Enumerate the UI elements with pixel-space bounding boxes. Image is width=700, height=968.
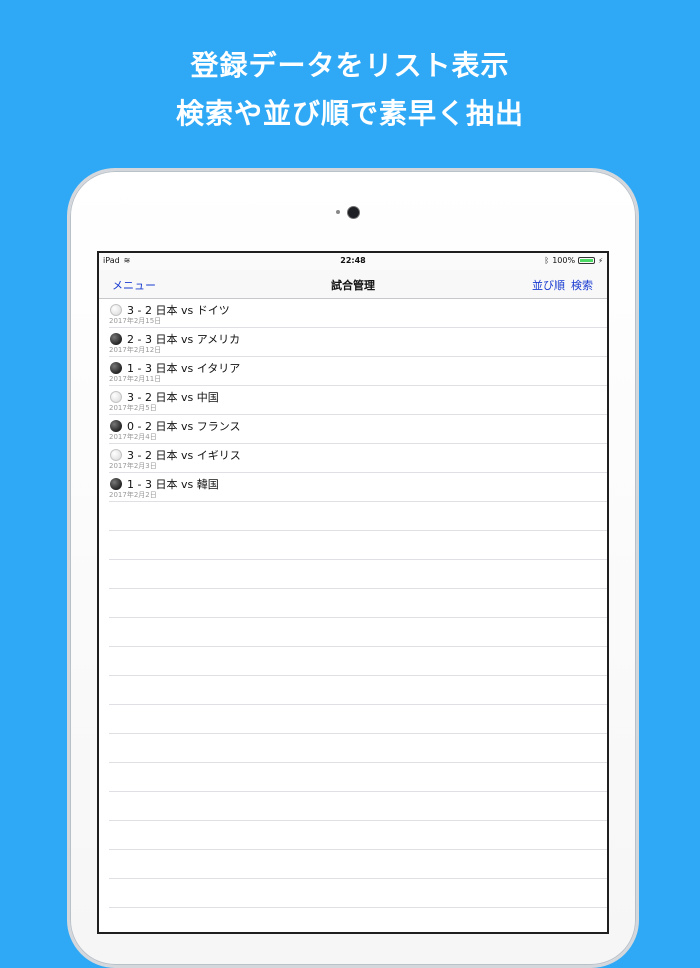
- match-date: 2017年2月3日: [109, 462, 157, 470]
- black-ball-icon: [110, 333, 122, 345]
- status-time: 22:48: [340, 256, 366, 265]
- black-ball-icon: [110, 478, 122, 490]
- list-item[interactable]: 2 - 3 日本 vs アメリカ 2017年2月12日: [109, 328, 607, 357]
- empty-table-row: [109, 792, 607, 821]
- white-ball-icon: [110, 449, 122, 461]
- list-item[interactable]: 1 - 3 日本 vs イタリア 2017年2月11日: [109, 357, 607, 386]
- match-teams: 日本 vs 中国: [155, 391, 219, 404]
- match-teams: 日本 vs 韓国: [155, 478, 219, 491]
- match-list: 3 - 2 日本 vs ドイツ 2017年2月15日 2 - 3 日本 vs アメリ…: [99, 299, 607, 932]
- sort-button[interactable]: 並び順: [532, 277, 565, 293]
- ipad-screen: iPad ≋ 22:48 ᛒ 100% ⚡ メニュー 試合管理 並び順 検索 3 …: [97, 251, 609, 934]
- match-teams: 日本 vs イギリス: [155, 449, 241, 462]
- match-teams: 日本 vs アメリカ: [155, 333, 241, 346]
- empty-table-row: [109, 850, 607, 879]
- match-date: 2017年2月5日: [109, 404, 157, 412]
- empty-table-row: [109, 531, 607, 560]
- empty-table-row: [109, 821, 607, 850]
- empty-table-row: [109, 560, 607, 589]
- white-ball-icon: [110, 391, 122, 403]
- battery-fill: [580, 259, 594, 262]
- match-date: 2017年2月12日: [109, 346, 162, 354]
- match-teams: 日本 vs フランス: [155, 420, 241, 433]
- list-item[interactable]: 3 - 2 日本 vs 中国 2017年2月5日: [109, 386, 607, 415]
- list-item[interactable]: 0 - 2 日本 vs フランス 2017年2月4日: [109, 415, 607, 444]
- battery-icon: [578, 257, 596, 264]
- charging-bolt-icon: ⚡: [598, 256, 603, 265]
- match-date: 2017年2月11日: [109, 375, 162, 383]
- empty-table-row: [109, 647, 607, 676]
- list-item[interactable]: 1 - 3 日本 vs 韓国 2017年2月2日: [109, 473, 607, 502]
- match-date: 2017年2月2日: [109, 491, 157, 499]
- list-item[interactable]: 3 - 2 日本 vs イギリス 2017年2月3日: [109, 444, 607, 473]
- ipad-camera: [348, 207, 359, 218]
- empty-table-row: [109, 705, 607, 734]
- match-date: 2017年2月15日: [109, 317, 162, 325]
- match-date: 2017年2月4日: [109, 433, 157, 441]
- page-title: 試合管理: [331, 279, 375, 292]
- empty-table-row: [109, 618, 607, 647]
- empty-table-row: [109, 589, 607, 618]
- empty-table-row: [109, 763, 607, 792]
- white-ball-icon: [110, 304, 122, 316]
- headline-line-2: 検索や並び順で素早く抽出: [175, 97, 524, 130]
- black-ball-icon: [110, 420, 122, 432]
- black-ball-icon: [110, 362, 122, 374]
- match-teams: 日本 vs イタリア: [155, 362, 241, 375]
- battery-percent: 100%: [552, 256, 576, 265]
- empty-table-row: [109, 879, 607, 908]
- empty-table-row: [109, 502, 607, 531]
- headline-line-1: 登録データをリスト表示: [190, 49, 510, 82]
- status-right: ᛒ 100% ⚡: [544, 256, 603, 265]
- status-bar: iPad ≋ 22:48 ᛒ 100% ⚡: [99, 253, 607, 270]
- navigation-bar: メニュー 試合管理 並び順 検索: [99, 270, 607, 299]
- list-item[interactable]: 3 - 2 日本 vs ドイツ 2017年2月15日: [109, 299, 607, 328]
- match-teams: 日本 vs ドイツ: [155, 304, 230, 317]
- empty-table-row: [109, 908, 607, 932]
- empty-table-row: [109, 734, 607, 763]
- ipad-sensor: [336, 210, 340, 214]
- bluetooth-icon: ᛒ: [544, 256, 550, 265]
- empty-table-row: [109, 676, 607, 705]
- search-button[interactable]: 検索: [571, 277, 593, 293]
- nav-right-buttons: 並び順 検索: [532, 277, 593, 293]
